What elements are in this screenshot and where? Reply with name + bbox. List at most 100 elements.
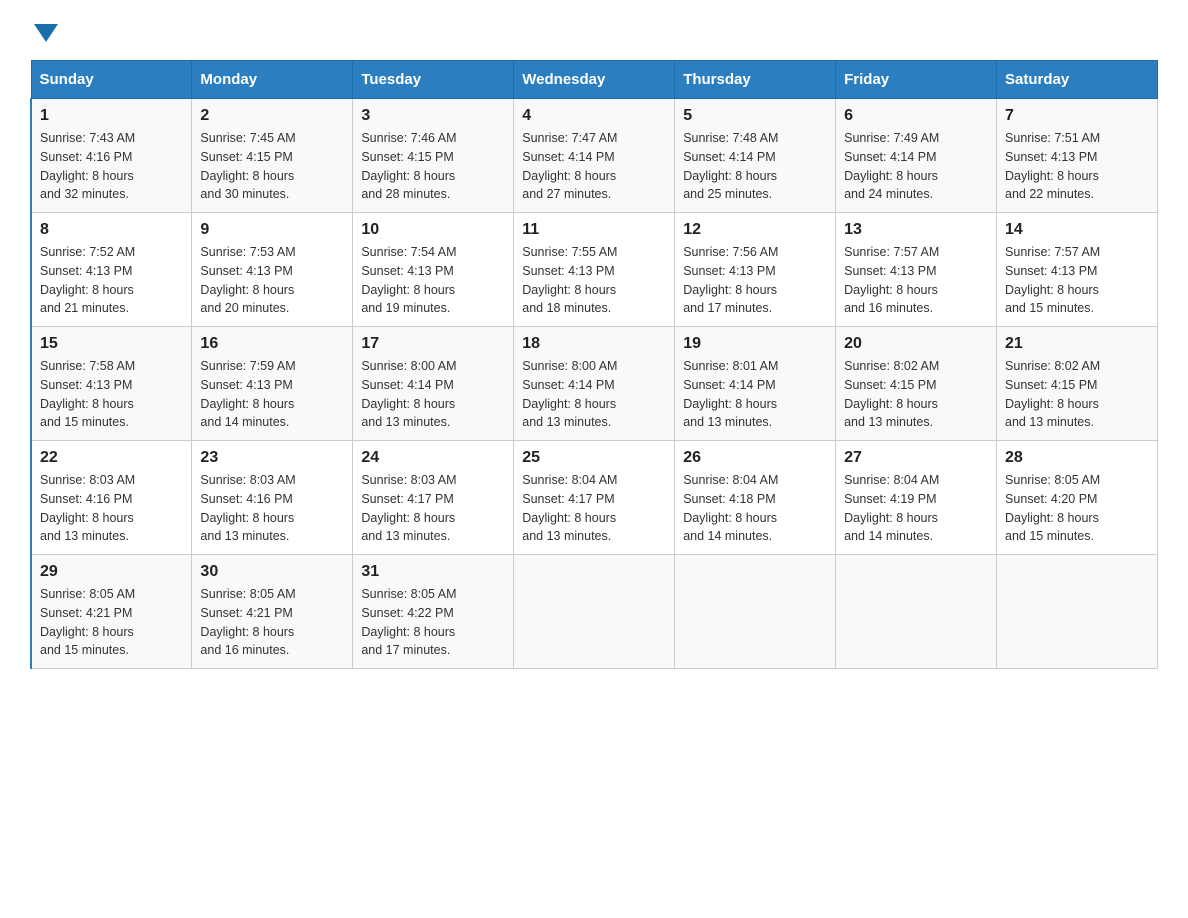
day-info: Sunrise: 8:02 AMSunset: 4:15 PMDaylight:… — [844, 359, 939, 429]
day-number: 22 — [40, 449, 183, 467]
calendar-cell — [514, 555, 675, 669]
calendar-cell: 24 Sunrise: 8:03 AMSunset: 4:17 PMDaylig… — [353, 441, 514, 555]
calendar-cell: 23 Sunrise: 8:03 AMSunset: 4:16 PMDaylig… — [192, 441, 353, 555]
day-info: Sunrise: 7:57 AMSunset: 4:13 PMDaylight:… — [1005, 245, 1100, 315]
calendar-cell: 20 Sunrise: 8:02 AMSunset: 4:15 PMDaylig… — [836, 327, 997, 441]
calendar-cell: 28 Sunrise: 8:05 AMSunset: 4:20 PMDaylig… — [997, 441, 1158, 555]
calendar-cell: 4 Sunrise: 7:47 AMSunset: 4:14 PMDayligh… — [514, 99, 675, 213]
calendar-cell: 12 Sunrise: 7:56 AMSunset: 4:13 PMDaylig… — [675, 213, 836, 327]
day-number: 21 — [1005, 335, 1149, 353]
calendar-cell: 19 Sunrise: 8:01 AMSunset: 4:14 PMDaylig… — [675, 327, 836, 441]
day-info: Sunrise: 7:57 AMSunset: 4:13 PMDaylight:… — [844, 245, 939, 315]
day-number: 26 — [683, 449, 827, 467]
day-info: Sunrise: 7:47 AMSunset: 4:14 PMDaylight:… — [522, 131, 617, 201]
day-info: Sunrise: 7:58 AMSunset: 4:13 PMDaylight:… — [40, 359, 135, 429]
calendar-cell: 15 Sunrise: 7:58 AMSunset: 4:13 PMDaylig… — [31, 327, 192, 441]
day-number: 20 — [844, 335, 988, 353]
day-number: 5 — [683, 107, 827, 125]
day-number: 30 — [200, 563, 344, 581]
day-number: 7 — [1005, 107, 1149, 125]
calendar-week-row: 29 Sunrise: 8:05 AMSunset: 4:21 PMDaylig… — [31, 555, 1158, 669]
calendar-cell: 31 Sunrise: 8:05 AMSunset: 4:22 PMDaylig… — [353, 555, 514, 669]
col-header-thursday: Thursday — [675, 61, 836, 99]
day-number: 19 — [683, 335, 827, 353]
calendar-cell: 10 Sunrise: 7:54 AMSunset: 4:13 PMDaylig… — [353, 213, 514, 327]
calendar-cell: 18 Sunrise: 8:00 AMSunset: 4:14 PMDaylig… — [514, 327, 675, 441]
col-header-monday: Monday — [192, 61, 353, 99]
calendar-cell — [836, 555, 997, 669]
calendar-header-row: SundayMondayTuesdayWednesdayThursdayFrid… — [31, 61, 1158, 99]
calendar-cell: 26 Sunrise: 8:04 AMSunset: 4:18 PMDaylig… — [675, 441, 836, 555]
day-info: Sunrise: 7:51 AMSunset: 4:13 PMDaylight:… — [1005, 131, 1100, 201]
day-number: 2 — [200, 107, 344, 125]
day-info: Sunrise: 8:05 AMSunset: 4:22 PMDaylight:… — [361, 587, 456, 657]
col-header-friday: Friday — [836, 61, 997, 99]
day-info: Sunrise: 7:43 AMSunset: 4:16 PMDaylight:… — [40, 131, 135, 201]
day-number: 13 — [844, 221, 988, 239]
day-info: Sunrise: 8:02 AMSunset: 4:15 PMDaylight:… — [1005, 359, 1100, 429]
day-number: 23 — [200, 449, 344, 467]
calendar-cell: 29 Sunrise: 8:05 AMSunset: 4:21 PMDaylig… — [31, 555, 192, 669]
day-number: 14 — [1005, 221, 1149, 239]
day-number: 25 — [522, 449, 666, 467]
page-header — [30, 20, 1158, 40]
day-info: Sunrise: 8:04 AMSunset: 4:17 PMDaylight:… — [522, 473, 617, 543]
day-info: Sunrise: 7:56 AMSunset: 4:13 PMDaylight:… — [683, 245, 778, 315]
logo-triangle-icon — [34, 24, 58, 42]
day-info: Sunrise: 7:52 AMSunset: 4:13 PMDaylight:… — [40, 245, 135, 315]
day-info: Sunrise: 8:05 AMSunset: 4:21 PMDaylight:… — [40, 587, 135, 657]
day-number: 31 — [361, 563, 505, 581]
calendar-cell: 25 Sunrise: 8:04 AMSunset: 4:17 PMDaylig… — [514, 441, 675, 555]
day-info: Sunrise: 8:05 AMSunset: 4:20 PMDaylight:… — [1005, 473, 1100, 543]
calendar-cell: 8 Sunrise: 7:52 AMSunset: 4:13 PMDayligh… — [31, 213, 192, 327]
day-info: Sunrise: 7:59 AMSunset: 4:13 PMDaylight:… — [200, 359, 295, 429]
calendar-cell — [675, 555, 836, 669]
calendar-cell: 6 Sunrise: 7:49 AMSunset: 4:14 PMDayligh… — [836, 99, 997, 213]
calendar-cell: 21 Sunrise: 8:02 AMSunset: 4:15 PMDaylig… — [997, 327, 1158, 441]
calendar-cell: 13 Sunrise: 7:57 AMSunset: 4:13 PMDaylig… — [836, 213, 997, 327]
day-number: 1 — [40, 107, 183, 125]
day-number: 9 — [200, 221, 344, 239]
day-number: 18 — [522, 335, 666, 353]
calendar-table: SundayMondayTuesdayWednesdayThursdayFrid… — [30, 60, 1158, 669]
calendar-cell: 14 Sunrise: 7:57 AMSunset: 4:13 PMDaylig… — [997, 213, 1158, 327]
day-number: 4 — [522, 107, 666, 125]
calendar-cell: 16 Sunrise: 7:59 AMSunset: 4:13 PMDaylig… — [192, 327, 353, 441]
day-number: 17 — [361, 335, 505, 353]
col-header-saturday: Saturday — [997, 61, 1158, 99]
day-info: Sunrise: 8:03 AMSunset: 4:16 PMDaylight:… — [200, 473, 295, 543]
day-number: 3 — [361, 107, 505, 125]
day-info: Sunrise: 8:04 AMSunset: 4:19 PMDaylight:… — [844, 473, 939, 543]
calendar-cell: 7 Sunrise: 7:51 AMSunset: 4:13 PMDayligh… — [997, 99, 1158, 213]
calendar-cell: 9 Sunrise: 7:53 AMSunset: 4:13 PMDayligh… — [192, 213, 353, 327]
calendar-week-row: 22 Sunrise: 8:03 AMSunset: 4:16 PMDaylig… — [31, 441, 1158, 555]
calendar-cell: 30 Sunrise: 8:05 AMSunset: 4:21 PMDaylig… — [192, 555, 353, 669]
col-header-tuesday: Tuesday — [353, 61, 514, 99]
calendar-cell: 27 Sunrise: 8:04 AMSunset: 4:19 PMDaylig… — [836, 441, 997, 555]
day-info: Sunrise: 7:49 AMSunset: 4:14 PMDaylight:… — [844, 131, 939, 201]
calendar-cell: 1 Sunrise: 7:43 AMSunset: 4:16 PMDayligh… — [31, 99, 192, 213]
day-info: Sunrise: 7:46 AMSunset: 4:15 PMDaylight:… — [361, 131, 456, 201]
day-info: Sunrise: 7:55 AMSunset: 4:13 PMDaylight:… — [522, 245, 617, 315]
calendar-cell: 2 Sunrise: 7:45 AMSunset: 4:15 PMDayligh… — [192, 99, 353, 213]
day-number: 29 — [40, 563, 183, 581]
day-number: 24 — [361, 449, 505, 467]
calendar-cell: 22 Sunrise: 8:03 AMSunset: 4:16 PMDaylig… — [31, 441, 192, 555]
calendar-cell: 5 Sunrise: 7:48 AMSunset: 4:14 PMDayligh… — [675, 99, 836, 213]
day-number: 16 — [200, 335, 344, 353]
day-info: Sunrise: 8:01 AMSunset: 4:14 PMDaylight:… — [683, 359, 778, 429]
col-header-sunday: Sunday — [31, 61, 192, 99]
day-info: Sunrise: 8:00 AMSunset: 4:14 PMDaylight:… — [361, 359, 456, 429]
day-number: 10 — [361, 221, 505, 239]
calendar-week-row: 15 Sunrise: 7:58 AMSunset: 4:13 PMDaylig… — [31, 327, 1158, 441]
calendar-week-row: 1 Sunrise: 7:43 AMSunset: 4:16 PMDayligh… — [31, 99, 1158, 213]
day-info: Sunrise: 8:00 AMSunset: 4:14 PMDaylight:… — [522, 359, 617, 429]
day-number: 8 — [40, 221, 183, 239]
day-info: Sunrise: 7:45 AMSunset: 4:15 PMDaylight:… — [200, 131, 295, 201]
day-info: Sunrise: 8:04 AMSunset: 4:18 PMDaylight:… — [683, 473, 778, 543]
day-info: Sunrise: 8:03 AMSunset: 4:17 PMDaylight:… — [361, 473, 456, 543]
calendar-cell: 17 Sunrise: 8:00 AMSunset: 4:14 PMDaylig… — [353, 327, 514, 441]
day-info: Sunrise: 8:03 AMSunset: 4:16 PMDaylight:… — [40, 473, 135, 543]
calendar-cell — [997, 555, 1158, 669]
day-number: 27 — [844, 449, 988, 467]
